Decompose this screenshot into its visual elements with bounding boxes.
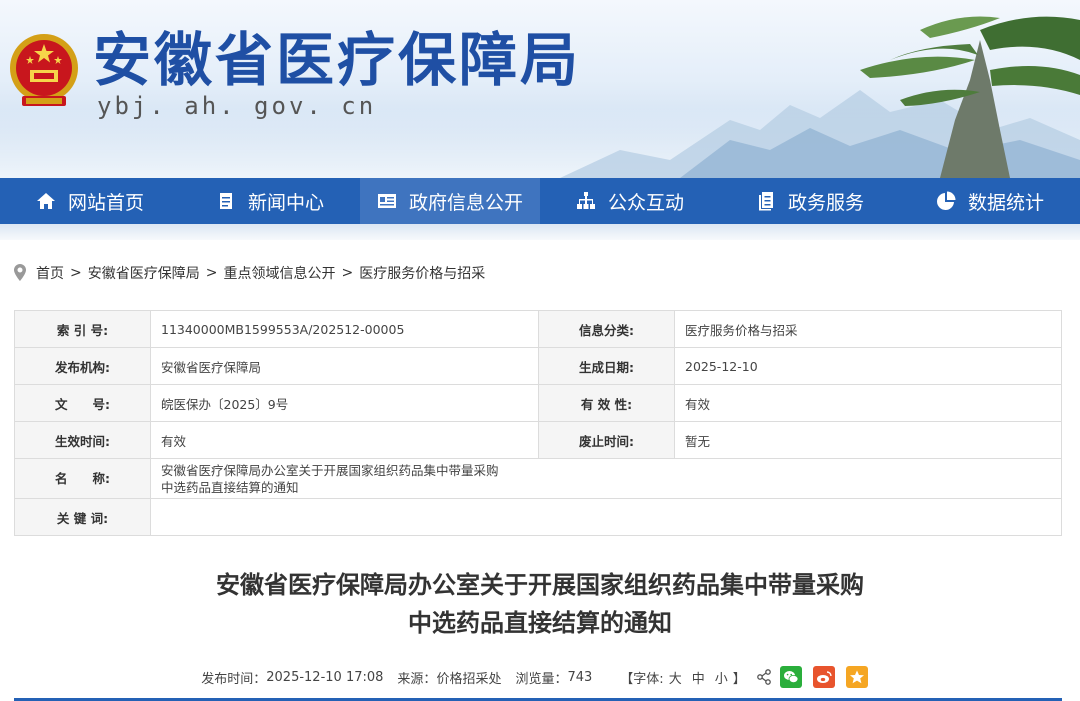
date-label: 生成日期:: [538, 347, 675, 385]
national-emblem-icon: [10, 34, 78, 106]
publisher-value: 安徽省医疗保障局: [150, 347, 539, 385]
table-row: 关 键 词:: [14, 498, 1062, 536]
name-label: 名 称:: [14, 458, 151, 499]
nav-item-label: 政务服务: [787, 191, 864, 214]
views-count: 743: [567, 669, 593, 685]
nav-item-label: 网站首页: [67, 191, 144, 214]
nav-item-label: 数据统计: [967, 191, 1044, 214]
validity-value: 有效: [674, 384, 1062, 422]
table-row: 文 号: 皖医保办〔2025〕9号 有 效 性: 有效: [14, 384, 1062, 422]
breadcrumb: 首页 > 安徽省医疗保障局 > 重点领域信息公开 > 医疗服务价格与招采: [12, 262, 485, 284]
table-row: 名 称: 安徽省医疗保障局办公室关于开展国家组织药品集中带量采购 中选药品直接结…: [14, 458, 1062, 499]
org-chart-icon: [576, 192, 595, 209]
font-size-small-button[interactable]: 小: [715, 668, 728, 687]
article-title-line-1: 安徽省医疗保障局办公室关于开展国家组织药品集中带量采购: [216, 571, 864, 599]
index-label: 索 引 号:: [14, 310, 151, 348]
breadcrumb-separator: >: [341, 265, 354, 281]
article-meta: 发布时间： 2025-12-10 17:08 来源： 价格招采处 浏览量： 74…: [0, 664, 1080, 690]
site-banner: 安徽省医疗保障局 ybj. ah. gov. cn: [0, 0, 1080, 178]
doc-no-label: 文 号:: [14, 384, 151, 422]
document-info-table: 索 引 号: 11340000MB1599553A/202512-00005 信…: [14, 310, 1062, 536]
home-icon: [36, 193, 55, 209]
expiry-label: 废止时间:: [538, 421, 675, 459]
weibo-icon: [816, 671, 832, 683]
table-row: 生效时间: 有效 废止时间: 暂无: [14, 421, 1062, 459]
index-value: 11340000MB1599553A/202512-00005: [150, 310, 539, 348]
breadcrumb-separator: >: [70, 265, 82, 281]
validity-label: 有 效 性:: [538, 384, 675, 422]
main-nav: 网站首页 新闻中心 政府信息公开 公众互动 政务服务 数据统计: [0, 178, 1080, 224]
nav-item-news[interactable]: 新闻中心: [180, 178, 360, 224]
article-title-line-2: 中选药品直接结算的通知: [408, 609, 672, 637]
name-line-1: 安徽省医疗保障局办公室关于开展国家组织药品集中带量采购: [161, 462, 499, 478]
name-line-2: 中选药品直接结算的通知: [161, 479, 299, 495]
pie-chart-icon: [937, 191, 956, 210]
nav-item-statistics[interactable]: 数据统计: [900, 178, 1080, 224]
table-row: 发布机构: 安徽省医疗保障局 生成日期: 2025-12-10: [14, 347, 1062, 385]
nav-shadow: [0, 224, 1080, 240]
publisher-label: 发布机构:: [14, 347, 151, 385]
site-title: 安徽省医疗保障局: [93, 26, 582, 94]
breadcrumb-key-areas[interactable]: 重点领域信息公开: [223, 263, 335, 283]
location-pin-icon: [14, 264, 26, 281]
share-icon[interactable]: [756, 669, 772, 685]
nav-item-label: 政府信息公开: [408, 191, 523, 214]
source-label: 来源：: [397, 671, 437, 687]
nav-item-services[interactable]: 政务服务: [720, 178, 900, 224]
breadcrumb-bureau[interactable]: 安徽省医疗保障局: [88, 263, 200, 283]
publish-time: 2025-12-10 17:08: [266, 669, 384, 685]
wechat-share-button[interactable]: [779, 666, 802, 688]
nav-item-label: 新闻中心: [247, 191, 324, 214]
nav-item-interaction[interactable]: 公众互动: [540, 178, 720, 224]
views-label: 浏览量：: [515, 671, 568, 687]
site-domain: ybj. ah. gov. cn: [97, 92, 377, 120]
breadcrumb-current[interactable]: 医疗服务价格与招采: [359, 263, 485, 283]
doc-no-value: 皖医保办〔2025〕9号: [150, 384, 539, 422]
keywords-value: [150, 498, 1062, 536]
category-label: 信息分类:: [538, 310, 675, 348]
weibo-share-button[interactable]: [812, 666, 835, 688]
article-title: 安徽省医疗保障局办公室关于开展国家组织药品集中带量采购 中选药品直接结算的通知: [0, 566, 1080, 642]
name-value: 安徽省医疗保障局办公室关于开展国家组织药品集中带量采购 中选药品直接结算的通知: [150, 458, 1062, 499]
font-size-close: 】: [732, 671, 746, 687]
expiry-value: 暂无: [674, 421, 1062, 459]
effective-label: 生效时间:: [14, 421, 151, 459]
files-icon: [758, 192, 773, 211]
document-icon: [219, 193, 232, 209]
font-size-large-button[interactable]: 大: [669, 668, 682, 687]
favorite-button[interactable]: [845, 666, 868, 688]
nav-item-label: 公众互动: [607, 191, 684, 214]
wechat-icon: [783, 671, 799, 683]
breadcrumb-separator: >: [205, 265, 218, 281]
mountain-pine-scenery: [560, 16, 1080, 178]
font-size-medium-button[interactable]: 中: [692, 668, 705, 687]
category-value: 医疗服务价格与招采: [674, 310, 1062, 348]
date-value: 2025-12-10: [674, 347, 1062, 385]
publish-label: 发布时间：: [201, 671, 267, 687]
favorite-icon: [849, 670, 864, 684]
breadcrumb-home[interactable]: 首页: [36, 263, 64, 283]
effective-value: 有效: [150, 421, 539, 459]
keywords-label: 关 键 词:: [14, 498, 151, 536]
news-panel-icon: [377, 194, 396, 208]
font-size-open: 【字体:: [620, 671, 664, 687]
table-row: 索 引 号: 11340000MB1599553A/202512-00005 信…: [14, 310, 1062, 348]
nav-item-home[interactable]: 网站首页: [0, 178, 180, 224]
nav-item-gov-info[interactable]: 政府信息公开: [360, 178, 540, 224]
source-value: 价格招采处: [436, 671, 502, 687]
